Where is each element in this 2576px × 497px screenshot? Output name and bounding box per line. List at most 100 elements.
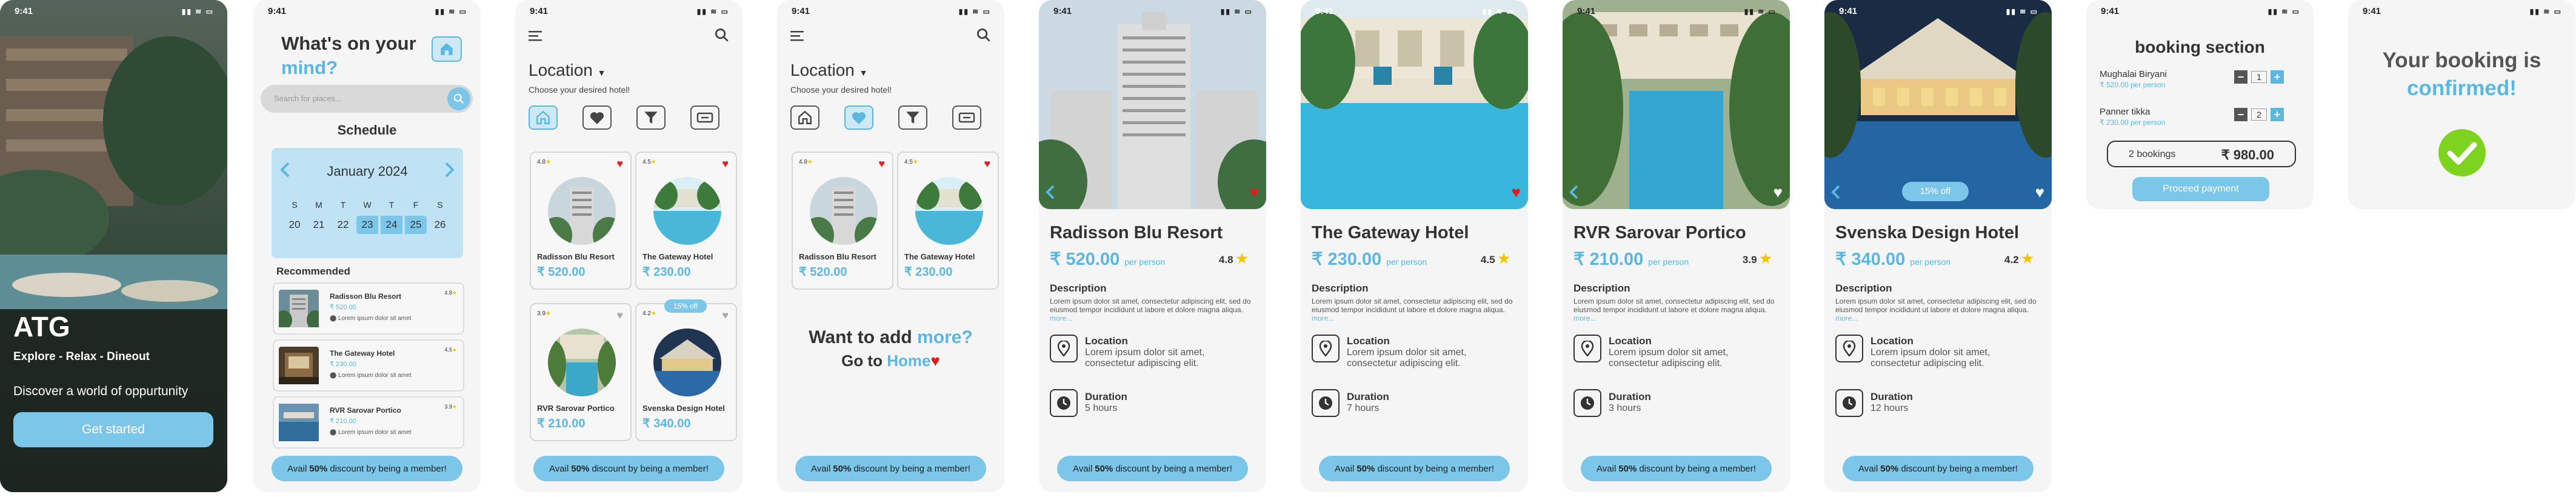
duration-info: Duration 7 hours (1347, 392, 1389, 414)
discount-banner[interactable]: Avail 50% discount by being a member! (1319, 456, 1510, 481)
filter-button[interactable] (898, 105, 927, 130)
status-bar: 9:41 ▮▮ ≋ ▭ (1039, 0, 1266, 18)
choose-hotel-subtitle: Choose your desired hotel! (529, 85, 630, 95)
discount-banner[interactable]: Avail 50% discount by being a member! (1581, 456, 1772, 481)
proceed-payment-button[interactable]: Proceed payment (2132, 177, 2269, 201)
hotel-card[interactable]: 4.8★ ♥ Radisson Blu Resort ₹ 520.00 (530, 152, 632, 290)
location-dropdown[interactable]: Location ▼ (790, 61, 868, 80)
duration-icon-box (1050, 389, 1078, 417)
get-started-button[interactable]: Get started (13, 412, 213, 447)
discount-banner[interactable]: Avail 50% discount by being a member! (272, 456, 462, 481)
calendar-day-selected[interactable]: 23 (356, 216, 378, 234)
heart-icon (852, 112, 866, 124)
back-arrow-icon[interactable] (1830, 184, 1841, 200)
heart-icon[interactable]: ♥ (1512, 183, 1521, 202)
home-filter-button[interactable] (790, 105, 819, 130)
favorites-filter-button[interactable] (844, 105, 873, 130)
calendar-day[interactable]: 26 (429, 216, 451, 234)
recommended-item[interactable]: RVR Sarovar Portico ₹ 210.00 ⬤ Lorem ips… (273, 396, 464, 449)
menu-icon[interactable] (790, 30, 804, 41)
more-link[interactable]: more... (1050, 314, 1072, 322)
hotel-card[interactable]: 4.2★ 15% off ♥ Svenska Design Hotel ₹ 34… (635, 299, 737, 441)
discount-pre: Avail (811, 463, 831, 474)
duration-info: Duration 3 hours (1609, 392, 1651, 414)
heart-icon[interactable]: ♥ (1774, 183, 1783, 202)
more-link[interactable]: more... (1312, 314, 1334, 322)
discount-percent: 50% (1880, 463, 1899, 474)
calendar-day-selected[interactable]: 24 (381, 216, 402, 234)
more-link[interactable]: more... (1835, 314, 1858, 322)
heart-icon[interactable]: ♥ (1250, 183, 1259, 202)
heart-icon[interactable]: ♥ (616, 158, 623, 170)
filter-button[interactable] (636, 105, 666, 130)
quantity-stepper: − 1 + (2234, 70, 2284, 84)
heart-icon[interactable]: ♥ (722, 158, 729, 170)
minus-button[interactable]: − (2234, 108, 2247, 121)
clock-icon (1581, 396, 1594, 410)
heart-icon[interactable]: ♥ (616, 309, 623, 322)
recommended-item[interactable]: The Gateway Hotel ₹ 230.00 ⬤ Lorem ipsum… (273, 339, 464, 392)
booking-item-price: ₹ 230.00 per person (2100, 118, 2166, 127)
search-input[interactable]: Search for places... (274, 94, 342, 103)
location-dropdown[interactable]: Location ▼ (529, 61, 606, 80)
heart-icon[interactable]: ♥ (878, 158, 885, 170)
ticket-button[interactable] (690, 105, 719, 130)
home-link[interactable]: Home (887, 352, 930, 370)
next-month-icon[interactable] (444, 161, 456, 178)
discount-banner[interactable]: Avail 50% discount by being a member! (1843, 456, 2034, 481)
item-price: ₹ 210.00 (330, 418, 356, 425)
heart-icon[interactable]: ♥ (2035, 183, 2044, 202)
heart-icon[interactable]: ♥ (722, 309, 729, 322)
clock-icon (1057, 396, 1070, 410)
calendar-day[interactable]: 21 (308, 216, 330, 234)
back-arrow-icon[interactable] (1569, 184, 1580, 200)
location-text: Lorem ipsum dolor sit amet, consectetur … (1870, 347, 1990, 369)
status-bar: 9:41 ▮▮ ≋ ▭ (1824, 0, 2052, 18)
search-button[interactable] (447, 87, 470, 110)
booking-count: 2 bookings (2129, 149, 2176, 159)
discount-banner[interactable]: Avail 50% discount by being a member! (1057, 456, 1248, 481)
ticket-button[interactable] (952, 105, 981, 130)
more-link[interactable]: more... (1573, 314, 1596, 322)
calendar-day[interactable]: 22 (332, 216, 354, 234)
hotel-card[interactable]: 4.5★ ♥ The Gateway Hotel ₹ 230.00 (635, 152, 737, 290)
hotel-card[interactable]: 3.9★ ♥ RVR Sarovar Portico ₹ 210.00 (530, 303, 632, 441)
minus-button[interactable]: − (2234, 70, 2247, 84)
calendar-day[interactable]: 20 (284, 216, 305, 234)
quantity-value[interactable]: 1 (2251, 71, 2267, 83)
discount-post: discount by being a member! (592, 463, 709, 474)
favorites-filter-button[interactable] (582, 105, 612, 130)
app-title: ATG (13, 311, 70, 342)
item-address: ⬤ Lorem ipsum dolor sit amet (330, 372, 412, 379)
menu-icon[interactable] (529, 30, 542, 41)
description-body: Lorem ipsum dolor sit amet, consectetur … (1050, 297, 1251, 314)
search-icon[interactable] (715, 28, 729, 42)
duration-label: Duration (1085, 391, 1127, 402)
heart-icon[interactable]: ♥ (984, 158, 990, 170)
hotel-card[interactable]: 4.8★ ♥ Radisson Blu Resort ₹ 520.00 (792, 152, 893, 290)
hotel-image (915, 177, 983, 245)
status-indicators-icon: ▮▮ ≋ ▭ (1220, 7, 1253, 16)
recommended-item[interactable]: Radisson Blu Resort ₹ 520.00 ⬤ Lorem ips… (273, 282, 464, 335)
home-button[interactable] (432, 36, 462, 62)
hotel-card[interactable]: 4.5★ ♥ The Gateway Hotel ₹ 230.00 (897, 152, 999, 290)
screen-detail-rvr: 9:41 ▮▮ ≋ ▭ ♥ RVR Sarovar Portico ₹ 210.0… (1563, 0, 1790, 492)
weekday: T (389, 200, 395, 210)
headline-line2: mind? (281, 57, 338, 78)
plus-button[interactable]: + (2271, 70, 2284, 84)
hotel-hero-image (1824, 0, 2052, 209)
search-icon[interactable] (976, 28, 991, 42)
quantity-value[interactable]: 2 (2251, 108, 2267, 121)
home-filter-button[interactable] (529, 105, 558, 130)
description-body: Lorem ipsum dolor sit amet, consectetur … (1835, 297, 2037, 314)
back-arrow-icon[interactable] (1045, 184, 1056, 200)
discount-banner[interactable]: Avail 50% discount by being a member! (795, 456, 986, 481)
discount-banner[interactable]: Avail 50% discount by being a member! (533, 456, 724, 481)
card-name: RVR Sarovar Portico (537, 404, 615, 413)
calendar-day-selected[interactable]: 25 (405, 216, 427, 234)
heart-icon: ♥ (930, 352, 940, 370)
plus-button[interactable]: + (2271, 108, 2284, 121)
star-icon: ★ (1236, 251, 1248, 266)
hotel-price: ₹ 230.00 per person (1312, 248, 1427, 270)
card-name: The Gateway Hotel (904, 252, 975, 261)
